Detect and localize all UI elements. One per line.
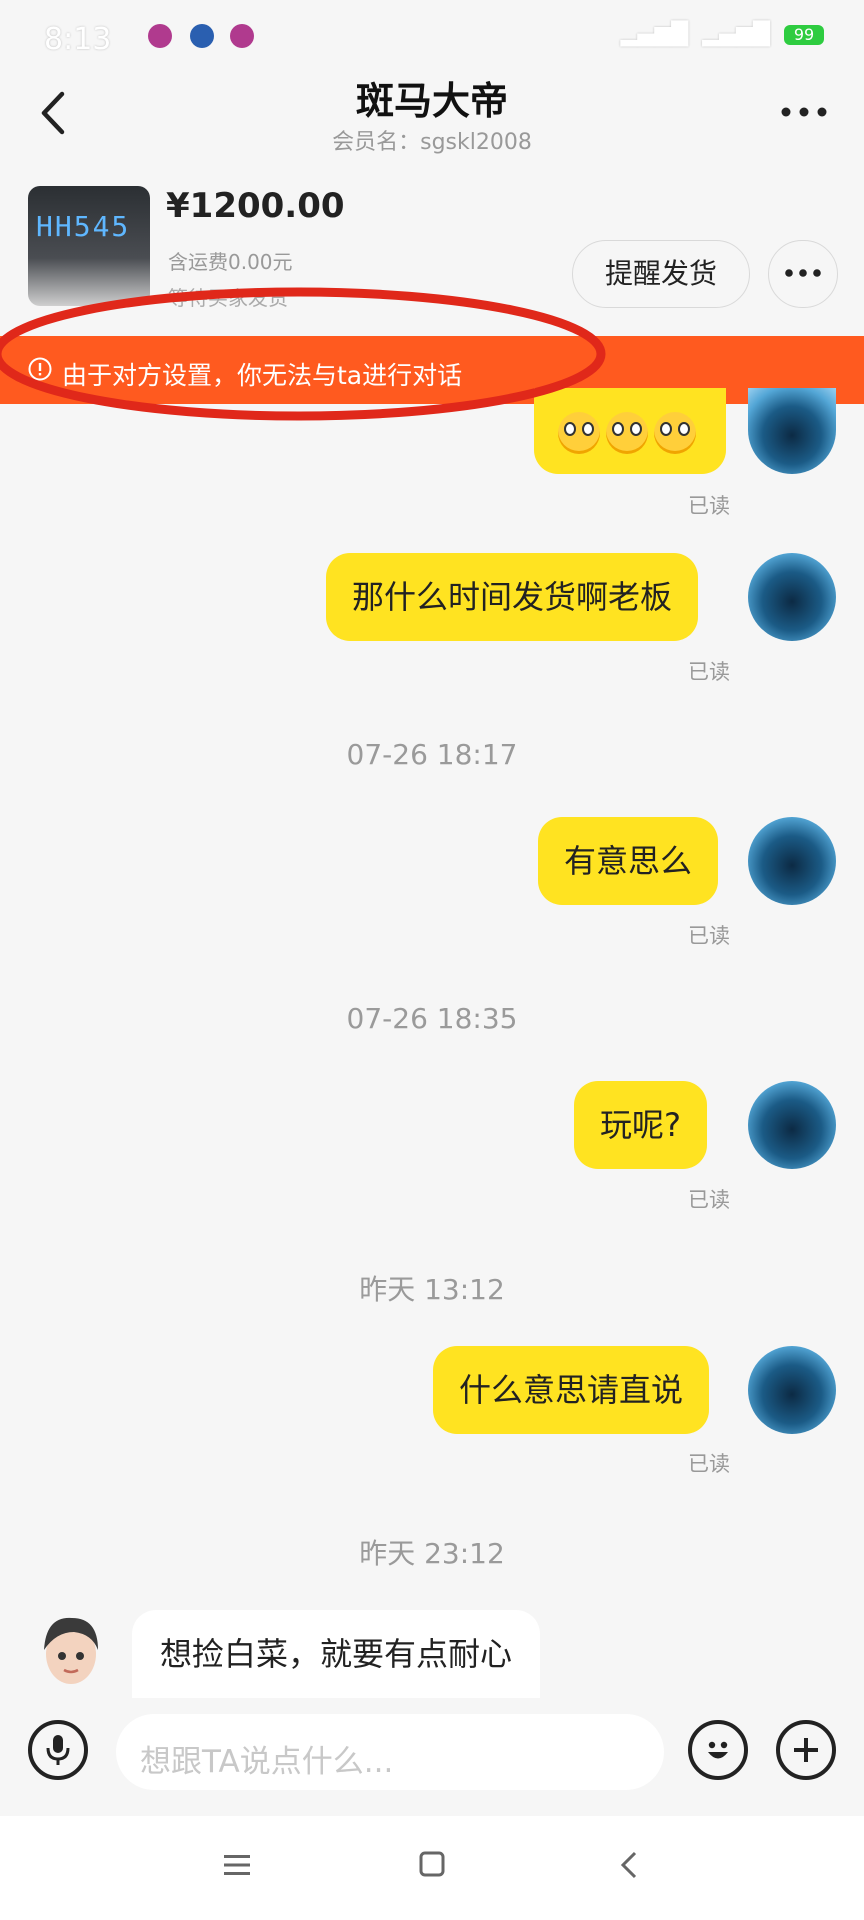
read-receipt: 已读 [688, 494, 730, 518]
read-receipt: 已读 [688, 660, 730, 684]
avatar[interactable] [748, 388, 836, 474]
signal-icon: ▂▄▆█ [620, 22, 689, 47]
member-name: 会员名：sgskl2008 [332, 130, 532, 155]
read-receipt: 已读 [688, 1452, 730, 1476]
astonished-emoji-icon [606, 412, 648, 454]
card-more-button[interactable] [768, 240, 838, 308]
outgoing-message: 那什么时间发货啊老板 [326, 553, 699, 641]
astonished-emoji-icon [654, 412, 696, 454]
signal-icon: ▂▄▆█ [702, 22, 770, 47]
more-actions-button[interactable] [776, 1720, 836, 1780]
status-right: ▂▄▆█ ▂▄▆█ 99 [621, 22, 824, 47]
outgoing-message: 玩呢? [574, 1081, 707, 1169]
product-thumb-text: HH545 [36, 210, 131, 243]
outgoing-message: 什么意思请直说 [433, 1346, 710, 1434]
status-time: 8:13 [44, 22, 112, 57]
avatar[interactable] [748, 1346, 836, 1434]
notification-icon [148, 24, 172, 48]
annotation-circle [0, 287, 606, 421]
read-receipt: 已读 [688, 924, 730, 948]
avatar[interactable] [748, 1081, 836, 1169]
more-icon [785, 269, 821, 277]
read-receipt: 已读 [688, 1188, 730, 1212]
message-timestamp: 昨天 13:12 [359, 1273, 505, 1306]
avatar[interactable] [748, 817, 836, 905]
product-price: ¥1200.00 [166, 186, 345, 226]
emoji-button[interactable] [688, 1720, 748, 1780]
message-timestamp: 07-26 18:17 [346, 738, 518, 771]
outgoing-message: 有意思么 [538, 817, 719, 905]
menu-icon[interactable] [222, 1852, 252, 1878]
battery-icon: 99 [784, 24, 824, 45]
smiley-icon [708, 1741, 728, 1759]
page-title: 斑马大帝 [355, 79, 508, 123]
notification-icon [190, 24, 214, 48]
microphone-icon [46, 1735, 70, 1765]
voice-button[interactable] [28, 1720, 88, 1780]
notification-icon [230, 24, 254, 48]
avatar[interactable] [34, 1610, 108, 1692]
shipping-info: 含运费0.00元 [168, 250, 293, 274]
incoming-message: 想捡白菜，就要有点耐心 [132, 1610, 541, 1698]
home-icon[interactable] [418, 1850, 446, 1878]
message-timestamp: 07-26 18:35 [346, 1002, 518, 1035]
more-icon[interactable] [778, 100, 830, 124]
avatar[interactable] [748, 553, 836, 641]
plus-icon [794, 1738, 818, 1762]
message-timestamp: 昨天 23:12 [359, 1537, 505, 1570]
message-input-placeholder: 想跟TA说点什么... [140, 1744, 394, 1780]
back-nav-icon[interactable] [618, 1850, 640, 1880]
